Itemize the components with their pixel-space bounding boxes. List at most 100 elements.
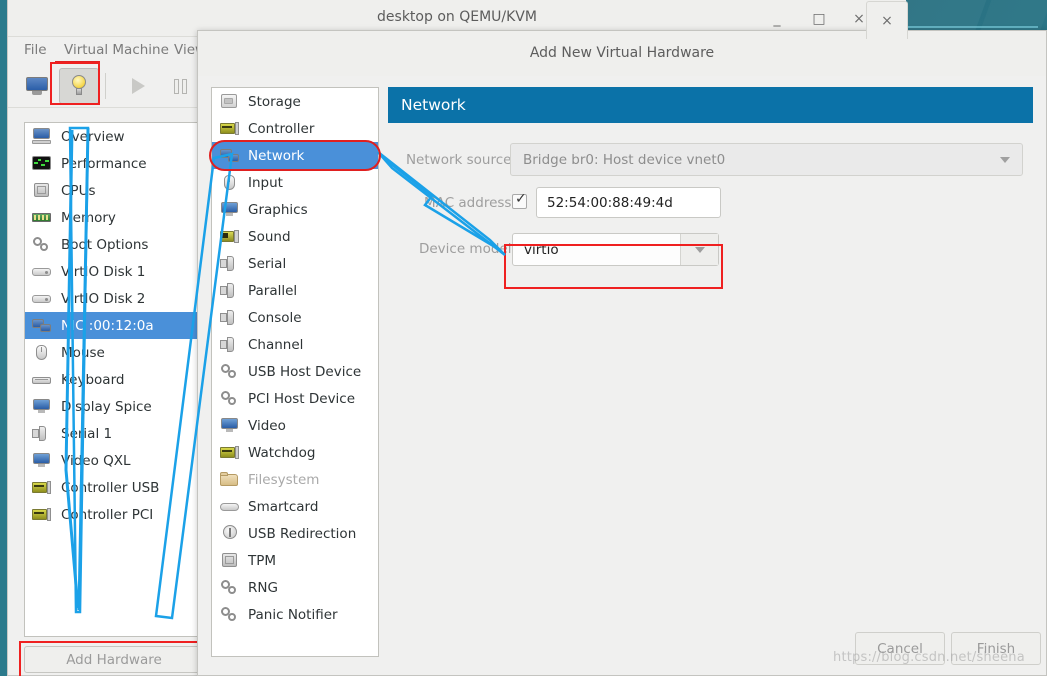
- serial-port-icon: [220, 336, 239, 353]
- cpu-chip-icon: [220, 552, 239, 569]
- serial-port-icon: [32, 425, 51, 442]
- hardware-list-item[interactable]: Controller PCI: [25, 501, 203, 528]
- network-card-icon: [220, 147, 239, 164]
- minimize-button[interactable]: _: [766, 8, 788, 30]
- hardware-list-item[interactable]: VirtIO Disk 1: [25, 258, 203, 285]
- mouse-icon: [220, 174, 239, 191]
- hardware-list-item[interactable]: Serial 1: [25, 420, 203, 447]
- device-type-item-label: Graphics: [248, 201, 308, 218]
- device-type-item[interactable]: Filesystem: [212, 466, 378, 493]
- run-button[interactable]: [118, 68, 158, 104]
- mac-address-checkbox[interactable]: ✓: [512, 192, 527, 209]
- hardware-list-item-label: Keyboard: [61, 371, 125, 388]
- device-model-label: Device model:: [418, 241, 516, 257]
- device-type-item-label: Network: [248, 147, 305, 164]
- maximize-button[interactable]: □: [808, 8, 830, 30]
- hardware-list-item[interactable]: Mouse: [25, 339, 203, 366]
- network-source-select[interactable]: Bridge br0: Host device vnet0: [510, 143, 1023, 176]
- pause-button[interactable]: [160, 68, 200, 104]
- device-type-item-label: Video: [248, 417, 286, 434]
- memory-stick-icon: [32, 209, 51, 226]
- dialog-close-button[interactable]: ×: [866, 1, 908, 39]
- hardware-list-item-label: Controller USB: [61, 479, 160, 496]
- console-view-button[interactable]: [17, 68, 57, 104]
- menu-file[interactable]: File: [18, 41, 53, 60]
- mac-address-label: MAC address:: [424, 195, 516, 211]
- menu-virtual-machine[interactable]: Virtual Machine: [58, 41, 175, 60]
- hardware-list-item[interactable]: NIC :00:12:0a: [25, 312, 203, 339]
- device-type-item[interactable]: Smartcard: [212, 493, 378, 520]
- serial-port-icon: [220, 309, 239, 326]
- device-type-item[interactable]: Serial: [212, 250, 378, 277]
- desktop-left-strip: [0, 0, 7, 676]
- device-type-item[interactable]: Network: [212, 142, 378, 169]
- display-icon: [32, 398, 52, 416]
- device-type-item[interactable]: USB Redirection: [212, 520, 378, 547]
- hardware-list-item[interactable]: Video QXL: [25, 447, 203, 474]
- network-card-icon: [32, 317, 52, 335]
- controller-card-icon: [32, 479, 51, 496]
- device-model-select[interactable]: virtio: [512, 233, 719, 266]
- device-model-row: Device model: virtio: [388, 231, 1033, 268]
- smartcard-icon: [220, 498, 239, 515]
- network-source-row: Network source: Bridge br0: Host device …: [388, 143, 1033, 176]
- display-icon: [220, 417, 239, 434]
- memory-stick-icon: [32, 209, 52, 227]
- mac-address-row: MAC address: ✓ 52:54:00:88:49:4d: [388, 187, 1033, 220]
- device-type-item[interactable]: USB Host Device: [212, 358, 378, 385]
- device-model-dropdown-button[interactable]: [680, 234, 718, 265]
- gears-icon: [32, 236, 52, 254]
- device-type-item-label: Input: [248, 174, 283, 191]
- hardware-list-item-label: Video QXL: [61, 452, 131, 469]
- performance-graph-icon: [32, 155, 51, 172]
- hardware-list-item-label: Mouse: [61, 344, 105, 361]
- hardware-list-item[interactable]: VirtIO Disk 2: [25, 285, 203, 312]
- vm-hardware-list[interactable]: Overview Performance CPUs Memory Boot Option…: [24, 122, 204, 637]
- disk-icon: [32, 290, 51, 307]
- device-type-item[interactable]: Video: [212, 412, 378, 439]
- hardware-list-item-label: Display Spice: [61, 398, 152, 415]
- hardware-list-item-label: VirtIO Disk 1: [61, 263, 146, 280]
- hardware-list-item[interactable]: Overview: [25, 123, 203, 150]
- device-type-item[interactable]: Console: [212, 304, 378, 331]
- gears-icon: [220, 363, 239, 380]
- controller-card-icon: [220, 444, 239, 461]
- performance-graph-icon: [32, 155, 52, 173]
- hardware-list-item[interactable]: Keyboard: [25, 366, 203, 393]
- cpu-chip-icon: [32, 182, 52, 200]
- hardware-list-item-label: Memory: [61, 209, 116, 226]
- device-type-item[interactable]: Graphics: [212, 196, 378, 223]
- device-type-item-label: Serial: [248, 255, 287, 272]
- serial-port-icon: [220, 255, 239, 272]
- device-type-item[interactable]: Channel: [212, 331, 378, 358]
- gears-icon: [220, 579, 239, 596]
- device-type-item[interactable]: Panic Notifier: [212, 601, 378, 628]
- gears-icon: [220, 606, 239, 623]
- mac-address-input[interactable]: 52:54:00:88:49:4d: [536, 187, 721, 218]
- hardware-list-item[interactable]: CPUs: [25, 177, 203, 204]
- gears-icon: [220, 606, 239, 623]
- hardware-list-item-label: Serial 1: [61, 425, 113, 442]
- display-icon: [32, 452, 52, 470]
- device-type-item[interactable]: Watchdog: [212, 439, 378, 466]
- network-card-icon: [32, 317, 51, 334]
- controller-card-icon: [220, 444, 239, 461]
- device-type-list[interactable]: Storage Controller Network Input Graphics Sou…: [211, 87, 379, 657]
- device-type-item[interactable]: Controller: [212, 115, 378, 142]
- device-type-item[interactable]: PCI Host Device: [212, 385, 378, 412]
- device-type-item[interactable]: Parallel: [212, 277, 378, 304]
- device-type-item[interactable]: RNG: [212, 574, 378, 601]
- hardware-list-item[interactable]: Performance: [25, 150, 203, 177]
- hardware-list-item[interactable]: Memory: [25, 204, 203, 231]
- device-type-item-label: RNG: [248, 579, 278, 596]
- hardware-list-item[interactable]: Controller USB: [25, 474, 203, 501]
- hardware-list-item[interactable]: Boot Options: [25, 231, 203, 258]
- device-type-item[interactable]: TPM: [212, 547, 378, 574]
- add-hardware-button[interactable]: Add Hardware: [24, 646, 204, 673]
- hardware-list-item[interactable]: Display Spice: [25, 393, 203, 420]
- device-type-item[interactable]: Input: [212, 169, 378, 196]
- show-details-button[interactable]: [59, 68, 99, 104]
- mouse-icon: [32, 344, 51, 361]
- device-type-item[interactable]: Sound: [212, 223, 378, 250]
- device-type-item[interactable]: Storage: [212, 88, 378, 115]
